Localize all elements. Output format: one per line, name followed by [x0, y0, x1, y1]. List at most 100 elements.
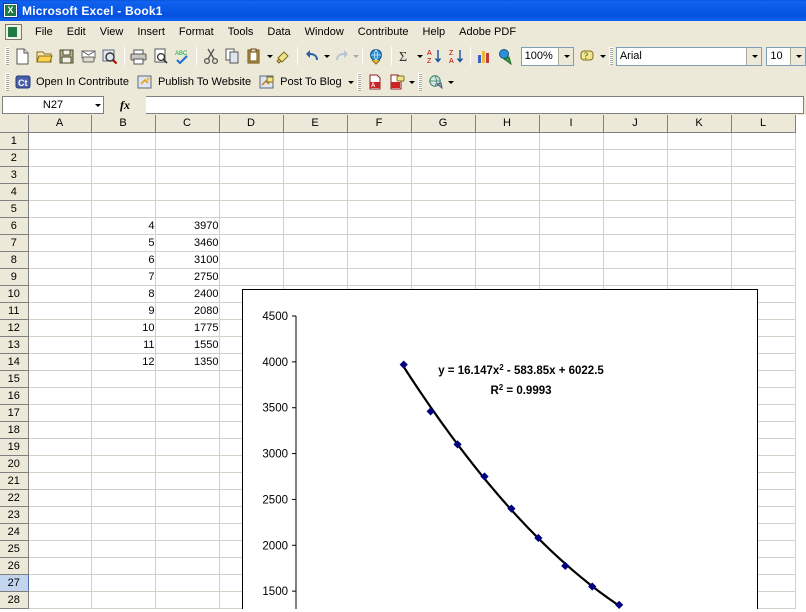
cell-B6[interactable]: 4	[91, 217, 155, 234]
cell-B16[interactable]	[91, 387, 155, 404]
workbook-icon[interactable]	[5, 24, 22, 40]
cell-A24[interactable]	[28, 523, 91, 540]
cell-H9[interactable]	[475, 268, 539, 285]
row-header-22[interactable]: 22	[0, 489, 28, 506]
column-header-b[interactable]: B	[91, 115, 155, 132]
cell-I8[interactable]	[539, 251, 603, 268]
cell-B21[interactable]	[91, 472, 155, 489]
cell-H7[interactable]	[475, 234, 539, 251]
print-preview-icon[interactable]	[150, 45, 172, 67]
cell-J9[interactable]	[603, 268, 667, 285]
copy-icon[interactable]	[222, 45, 244, 67]
menu-data[interactable]: Data	[260, 24, 297, 40]
cell-L3[interactable]	[731, 166, 795, 183]
cell-E1[interactable]	[283, 132, 347, 149]
cell-C8[interactable]: 3100	[155, 251, 219, 268]
toolbar-grip[interactable]	[418, 73, 422, 91]
cell-I1[interactable]	[539, 132, 603, 149]
cell-B26[interactable]	[91, 557, 155, 574]
autosum-icon[interactable]: Σ	[395, 45, 417, 67]
row-header-17[interactable]: 17	[0, 404, 28, 421]
cell-C18[interactable]	[155, 421, 219, 438]
cell-C9[interactable]: 2750	[155, 268, 219, 285]
select-all-corner[interactable]	[0, 115, 28, 132]
sort-descending-icon[interactable]: ZA	[445, 45, 467, 67]
cell-B19[interactable]	[91, 438, 155, 455]
column-header-h[interactable]: H	[475, 115, 539, 132]
cell-B8[interactable]: 6	[91, 251, 155, 268]
row-header-23[interactable]: 23	[0, 506, 28, 523]
font-size-combo[interactable]: 10	[766, 47, 806, 66]
column-header-e[interactable]: E	[283, 115, 347, 132]
print-icon[interactable]	[128, 45, 150, 67]
cell-C4[interactable]	[155, 183, 219, 200]
column-header-i[interactable]: I	[539, 115, 603, 132]
column-header-l[interactable]: L	[731, 115, 795, 132]
column-header-d[interactable]: D	[219, 115, 283, 132]
help-dropdown-arrow[interactable]	[600, 55, 606, 58]
cell-B20[interactable]	[91, 455, 155, 472]
cell-F2[interactable]	[347, 149, 411, 166]
cell-H2[interactable]	[475, 149, 539, 166]
cell-I7[interactable]	[539, 234, 603, 251]
cell-C10[interactable]: 2400	[155, 285, 219, 302]
row-header-20[interactable]: 20	[0, 455, 28, 472]
cell-G3[interactable]	[411, 166, 475, 183]
cell-A6[interactable]	[28, 217, 91, 234]
cell-C21[interactable]	[155, 472, 219, 489]
cell-A21[interactable]	[28, 472, 91, 489]
cell-A28[interactable]	[28, 591, 91, 608]
cell-C11[interactable]: 2080	[155, 302, 219, 319]
cell-E3[interactable]	[283, 166, 347, 183]
cell-A12[interactable]	[28, 319, 91, 336]
cell-F9[interactable]	[347, 268, 411, 285]
cell-L2[interactable]	[731, 149, 795, 166]
publish-to-website-label[interactable]: Publish To Website	[156, 76, 256, 88]
cell-I2[interactable]	[539, 149, 603, 166]
cell-A17[interactable]	[28, 404, 91, 421]
cell-C7[interactable]: 3460	[155, 234, 219, 251]
cell-A3[interactable]	[28, 166, 91, 183]
row-header-18[interactable]: 18	[0, 421, 28, 438]
row-header-3[interactable]: 3	[0, 166, 28, 183]
column-header-a[interactable]: A	[28, 115, 91, 132]
cell-B4[interactable]	[91, 183, 155, 200]
cell-C22[interactable]	[155, 489, 219, 506]
cell-B10[interactable]: 8	[91, 285, 155, 302]
cell-E2[interactable]	[283, 149, 347, 166]
help-assistant-icon[interactable]: ?	[577, 45, 599, 67]
cell-G5[interactable]	[411, 200, 475, 217]
cell-G6[interactable]	[411, 217, 475, 234]
cell-E4[interactable]	[283, 183, 347, 200]
cell-I3[interactable]	[539, 166, 603, 183]
acrobat-convert-icon[interactable]: A	[364, 71, 386, 93]
post-to-blog-dropdown-arrow[interactable]	[348, 81, 354, 84]
cell-G8[interactable]	[411, 251, 475, 268]
column-header-g[interactable]: G	[411, 115, 475, 132]
cell-G1[interactable]	[411, 132, 475, 149]
row-header-4[interactable]: 4	[0, 183, 28, 200]
cell-F8[interactable]	[347, 251, 411, 268]
cell-I6[interactable]	[539, 217, 603, 234]
hyperlink-icon[interactable]	[366, 45, 388, 67]
row-header-14[interactable]: 14	[0, 353, 28, 370]
cell-A23[interactable]	[28, 506, 91, 523]
row-header-25[interactable]: 25	[0, 540, 28, 557]
cell-K3[interactable]	[667, 166, 731, 183]
cell-B9[interactable]: 7	[91, 268, 155, 285]
cell-I9[interactable]	[539, 268, 603, 285]
cell-C13[interactable]: 1550	[155, 336, 219, 353]
cut-icon[interactable]	[200, 45, 222, 67]
cell-D9[interactable]	[219, 268, 283, 285]
menu-contribute[interactable]: Contribute	[351, 24, 416, 40]
cell-C25[interactable]	[155, 540, 219, 557]
cell-L8[interactable]	[731, 251, 795, 268]
cell-J8[interactable]	[603, 251, 667, 268]
cell-E8[interactable]	[283, 251, 347, 268]
cell-E5[interactable]	[283, 200, 347, 217]
cell-K5[interactable]	[667, 200, 731, 217]
row-header-8[interactable]: 8	[0, 251, 28, 268]
toolbar-grip[interactable]	[5, 73, 9, 91]
cell-C20[interactable]	[155, 455, 219, 472]
column-header-f[interactable]: F	[347, 115, 411, 132]
